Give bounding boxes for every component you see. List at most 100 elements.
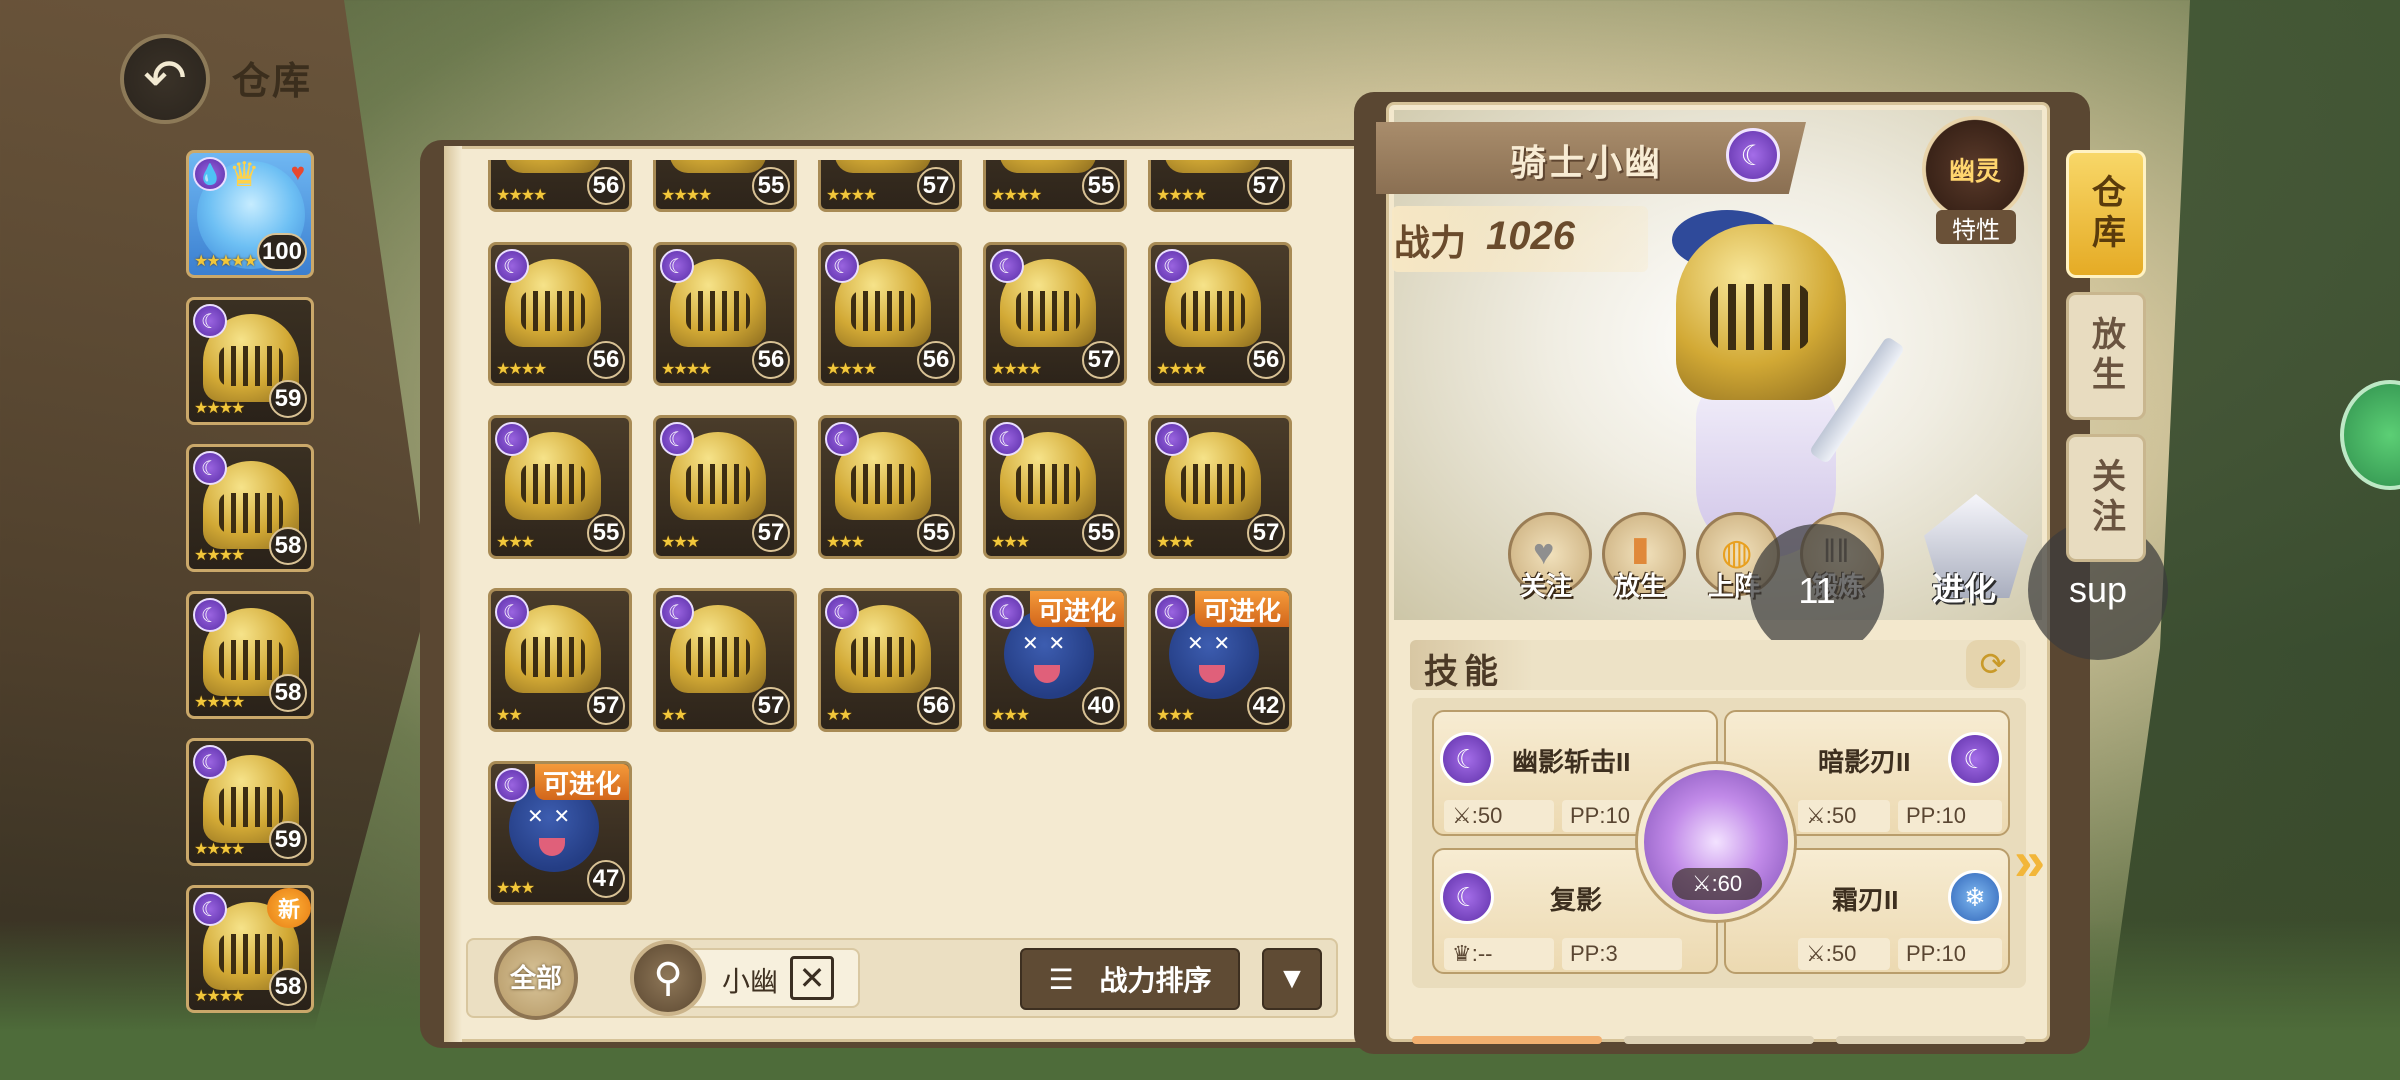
double-chevron-right-icon[interactable]: »	[2014, 828, 2045, 893]
tab-storage[interactable]: 仓库	[2066, 150, 2146, 278]
knight-helmet-art	[1000, 160, 1096, 173]
storage-card[interactable]: ☾可进化 ★★★ 47	[488, 761, 632, 905]
moon-icon: ☾	[825, 595, 859, 629]
sword-icon: ⚔	[1806, 803, 1826, 828]
skill-power-value: :--	[1471, 941, 1493, 966]
filter-all-button[interactable]: 全部	[494, 936, 578, 1020]
close-box-icon[interactable]: ✕	[790, 956, 834, 1000]
team-slot[interactable]: ☾ ★★★★ 58	[186, 591, 314, 719]
power-value: 1026	[1486, 214, 1575, 258]
team-slot[interactable]: 💧 ♛ ♥ ★★★★★ 100	[186, 150, 314, 278]
star-rating: ★★★★	[991, 187, 1042, 204]
star-rating: ★★★★	[1156, 361, 1207, 378]
triangle-down-icon[interactable]: ▼	[1262, 948, 1322, 1010]
team-slot[interactable]: ☾ ★★★★ 59	[186, 297, 314, 425]
storage-card[interactable]: ☾可进化 ★★★ 40	[983, 588, 1127, 732]
storage-card[interactable]: ☾ ★★ 57	[488, 588, 632, 732]
storage-card[interactable]: ☾ ★★★★ 56	[1148, 242, 1292, 386]
star-rating: ★★	[496, 707, 523, 724]
level-badge: 56	[752, 341, 790, 379]
star-rating: ★★★★	[826, 187, 877, 204]
storage-card[interactable]: ☾★★★★56	[488, 160, 632, 212]
star-rating: ★★★★	[826, 361, 877, 378]
skill-power: ⚔:50	[1798, 938, 1890, 970]
search-icon[interactable]: ⚲	[630, 940, 706, 1016]
moon-icon: ☾	[1155, 422, 1189, 456]
skill-power: ⚔:50	[1798, 800, 1890, 832]
storage-card[interactable]: ☾ ★★★ 57	[1148, 415, 1292, 559]
moon-icon: ☾	[1155, 249, 1189, 283]
storage-card[interactable]: ☾★★★★56	[818, 242, 962, 386]
page-indicator-dot	[1624, 1036, 1814, 1044]
level-badge: 56	[587, 341, 625, 379]
skill-power: ♛:--	[1444, 938, 1554, 970]
search-input-value[interactable]: 小幽	[722, 960, 778, 1000]
level-badge: 57	[1247, 167, 1285, 205]
filter-all-label: 全部	[509, 963, 562, 993]
star-rating: ★★★★	[496, 187, 547, 204]
moon-icon: ☾	[193, 451, 227, 485]
knight-helmet-art	[1165, 160, 1261, 173]
level-badge: 55	[1082, 514, 1120, 552]
team-slot[interactable]: ☾ ★★★★ 59	[186, 738, 314, 866]
trait-icon[interactable]: 幽灵	[1922, 116, 2028, 222]
team-slot[interactable]: ☾ ★★★★ 58	[186, 444, 314, 572]
moon-icon: ☾	[660, 422, 694, 456]
storage-card[interactable]: ☾★★★★57	[983, 242, 1127, 386]
storage-card[interactable]: ☾可进化 ★★★ 42	[1148, 588, 1292, 732]
storage-card[interactable]: ☾★★★★57	[818, 160, 962, 212]
storage-card[interactable]: ☾★★★★56	[488, 242, 632, 386]
storage-card[interactable]: ☾ ★★ 57	[653, 588, 797, 732]
evolvable-tag: 可进化	[534, 764, 629, 800]
moon-icon: ☾	[193, 892, 227, 926]
moon-icon: ☾	[990, 422, 1024, 456]
storage-card[interactable]: ☾★★★★56	[653, 242, 797, 386]
storage-card[interactable]: ☾★★★★55	[653, 160, 797, 212]
star-rating: ★★	[661, 707, 688, 724]
snowflake-icon: ❄	[1948, 870, 2002, 924]
level-badge: 56	[917, 341, 955, 379]
storage-card[interactable]: ☾★★★★57	[1148, 160, 1292, 212]
back-button[interactable]: ↶	[120, 34, 210, 124]
storage-card[interactable]: ☾★★★★55	[983, 160, 1127, 212]
level-badge: 40	[1082, 687, 1120, 725]
level-badge: 55	[752, 167, 790, 205]
trait-label[interactable]: 特性	[1936, 210, 2016, 244]
tab-release[interactable]: 放生	[2066, 292, 2146, 420]
star-rating: ★★★	[991, 534, 1030, 551]
team-slot[interactable]: ☾ 新 ★★★★ 58	[186, 885, 314, 1013]
level-badge: 55	[1082, 167, 1120, 205]
evolve-label[interactable]: 进化	[1932, 564, 1996, 610]
star-rating: ★★★★	[194, 400, 245, 417]
page-title: 仓库	[232, 61, 313, 103]
sort-button[interactable]: ☰ 战力排序	[1020, 948, 1240, 1010]
storage-card[interactable]: ☾ ★★★ 57	[653, 415, 797, 559]
moon-icon: ☾	[193, 598, 227, 632]
heart-icon: ♥	[290, 159, 305, 186]
tab-follow[interactable]: 关注	[2066, 434, 2146, 562]
level-badge: 56	[1247, 341, 1285, 379]
star-rating: ★★★	[496, 534, 535, 551]
sword-icon: ⚔	[1806, 941, 1826, 966]
storage-card[interactable]: ☾ ★★★ 55	[488, 415, 632, 559]
book-spine	[444, 146, 462, 1042]
level-badge: 58	[269, 674, 307, 712]
storage-card[interactable]: ☾ ★★★ 55	[818, 415, 962, 559]
star-rating: ★★★★	[194, 547, 245, 564]
storage-card[interactable]: ☾ ★★★ 55	[983, 415, 1127, 559]
refresh-icon[interactable]: ⟳	[1966, 640, 2020, 688]
center-skill-value-text: :60	[1711, 871, 1743, 896]
skill-power-value: :50	[1471, 803, 1503, 828]
page-indicator-dot	[1836, 1036, 2026, 1044]
skill-pp: PP:10	[1898, 938, 2002, 970]
storage-card[interactable]: ☾ ★★ 56	[818, 588, 962, 732]
storage-grid: ☾★★★★56☾★★★★55☾★★★★57☾★★★★55☾★★★★57☾★★★★…	[470, 160, 1336, 910]
star-rating: ★★	[826, 707, 853, 724]
level-badge: 59	[269, 821, 307, 859]
skill-name: 复影	[1550, 885, 1603, 915]
knight-helmet-art	[670, 160, 766, 173]
star-rating: ★★★★	[194, 988, 245, 1005]
power-label: 战力	[1394, 222, 1467, 263]
overlay-counter[interactable]: 11	[1750, 524, 1884, 658]
moon-icon: ☾	[825, 422, 859, 456]
